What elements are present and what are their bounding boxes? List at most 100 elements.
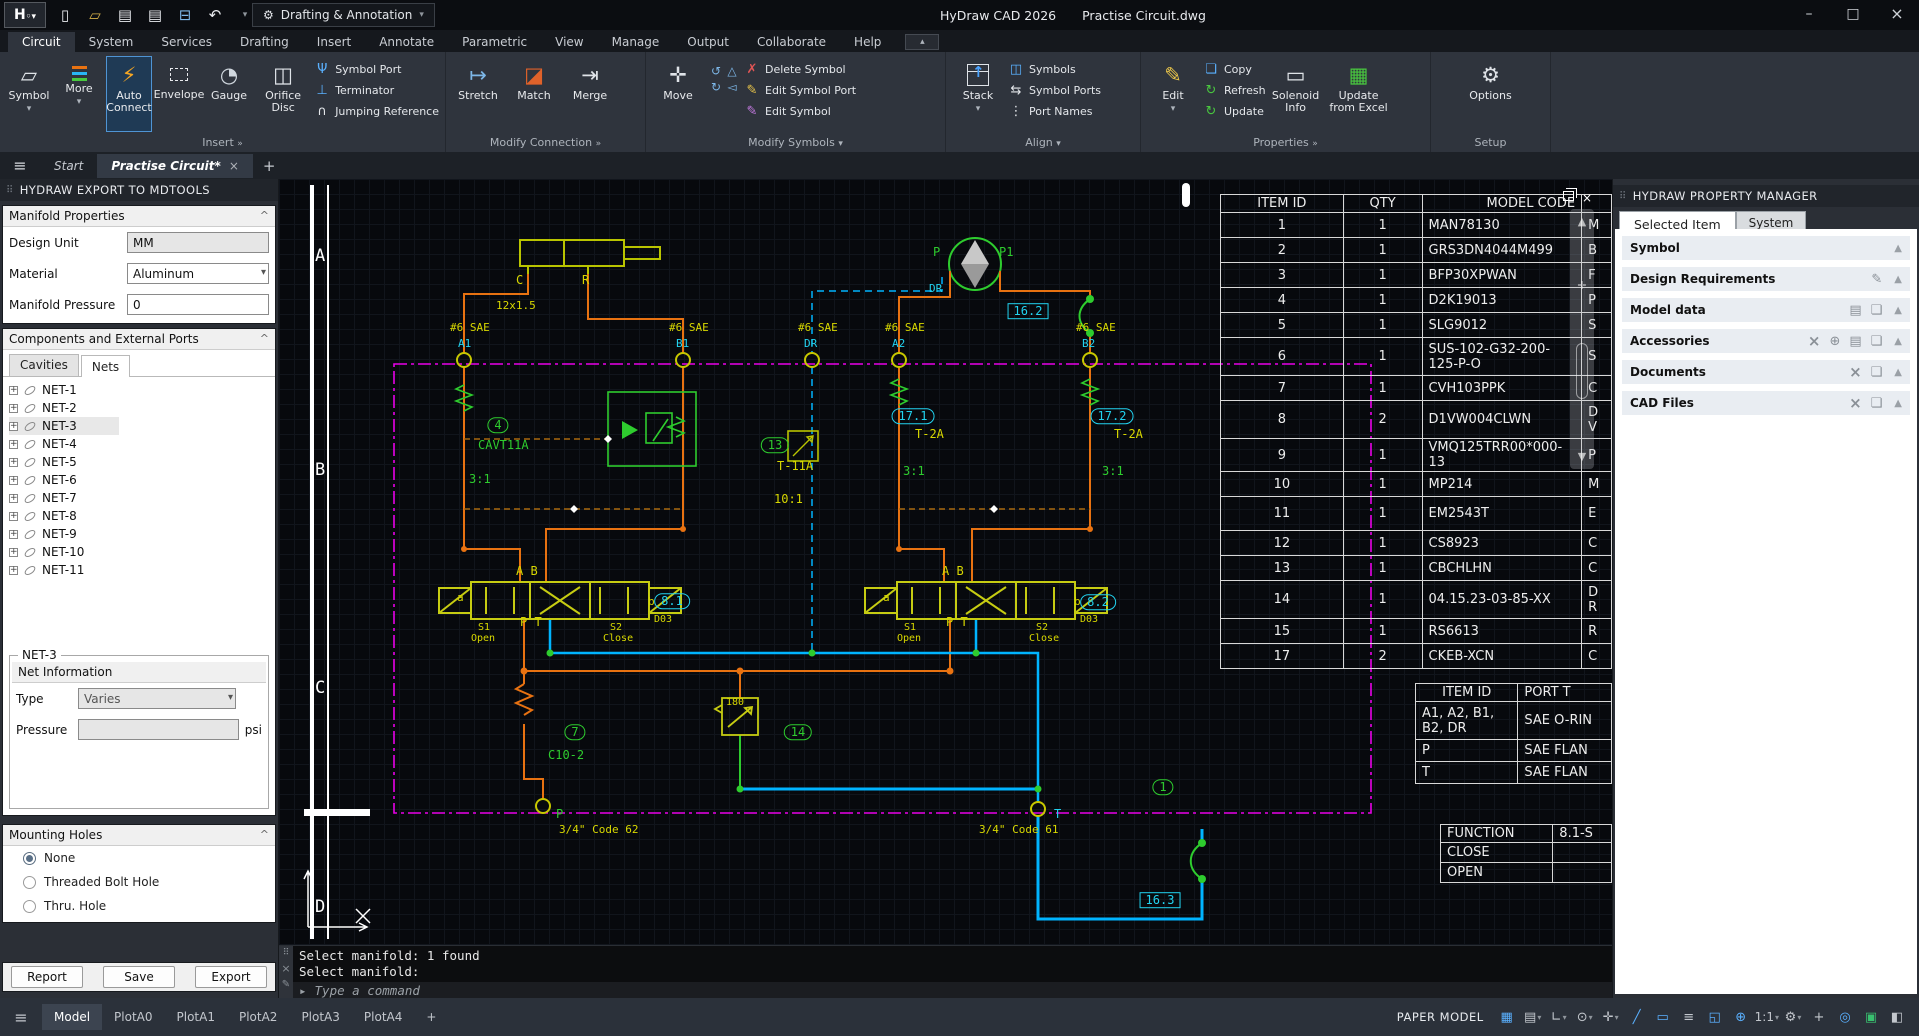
maximize-button[interactable]: □ — [1831, 0, 1875, 30]
table-scrollbar[interactable]: ▲ ✛ ▼ — [1570, 209, 1594, 469]
more-button[interactable]: More▾ — [56, 56, 102, 132]
save-button[interactable]: Save — [103, 966, 175, 988]
target-icon[interactable]: ⊕ — [1829, 334, 1840, 349]
annotation-monitor-icon[interactable]: + — [1807, 1005, 1831, 1029]
expand-icon[interactable]: + — [9, 530, 18, 539]
ribbon-tab-manage[interactable]: Manage — [598, 32, 674, 52]
symbol-port-button[interactable]: ΨSymbol Port — [314, 62, 439, 77]
minimize-button[interactable]: – — [1787, 0, 1831, 30]
layout-tab-plota3[interactable]: PlotA3 — [289, 1004, 351, 1030]
net-item-net-2[interactable]: +NET-2 — [9, 399, 275, 417]
layout-tab-plota0[interactable]: PlotA0 — [102, 1004, 164, 1030]
section-model-data[interactable]: Model data▤❏▲ — [1622, 298, 1910, 322]
ribbon-tab-services[interactable]: Services — [147, 32, 226, 52]
panel-caption-modify-symbols[interactable]: Modify Symbols ▾ — [646, 135, 945, 152]
transparency-icon[interactable]: ◱ — [1703, 1005, 1727, 1029]
update-button[interactable]: ↻Update — [1203, 104, 1266, 119]
pan-icon[interactable]: ✛ — [1577, 279, 1586, 292]
ribbon-tab-output[interactable]: Output — [673, 32, 743, 52]
polar-tracking-icon[interactable]: ⊙▾ — [1573, 1005, 1597, 1029]
layout-tab-model[interactable]: Model — [42, 1004, 102, 1030]
expand-icon[interactable]: + — [9, 440, 18, 449]
collapse-icon[interactable]: ▲ — [1894, 367, 1902, 378]
net-item-net-11[interactable]: +NET-11 — [9, 561, 275, 579]
panel-grip-icon[interactable]: ⠿ — [1619, 191, 1627, 202]
radio-none[interactable]: None — [3, 846, 275, 870]
lineweight-icon[interactable]: ≡ — [1677, 1005, 1701, 1029]
design-unit-field[interactable]: MM — [127, 232, 269, 253]
net-item-net-5[interactable]: +NET-5 — [9, 453, 275, 471]
expand-icon[interactable]: + — [9, 512, 18, 521]
panel-caption-properties[interactable]: Properties » — [1141, 135, 1430, 152]
mounting-holes-header[interactable]: Mounting Holes^ — [3, 825, 275, 846]
rotate-mirror-cluster[interactable]: ↺△ ↻◅ — [708, 56, 740, 96]
drawing-canvas[interactable]: 12x1.5CR#6 SAEA1#6 SAEB1#6 SAEDR#6 SAEA2… — [279, 179, 1612, 945]
report-button[interactable]: Report — [11, 966, 83, 988]
undo-icon[interactable]: ↶ — [206, 6, 224, 24]
save-icon[interactable]: ▤ — [116, 6, 134, 24]
snap-mode-icon[interactable]: ▤▾ — [1521, 1005, 1545, 1029]
expand-icon[interactable]: + — [9, 566, 18, 575]
isolate-objects-icon[interactable]: ◎ — [1833, 1005, 1857, 1029]
delete-icon[interactable]: × — [1808, 332, 1821, 350]
radio-thru-hole[interactable]: Thru. Hole — [3, 894, 275, 918]
jumping-reference-button[interactable]: ∩Jumping Reference — [314, 104, 439, 119]
net-item-net-10[interactable]: +NET-10 — [9, 543, 275, 561]
ribbon-tab-view[interactable]: View — [541, 32, 597, 52]
save-icon[interactable]: ▤ — [1849, 334, 1861, 349]
layout-menu-icon[interactable]: ≡ — [0, 1008, 42, 1027]
orifice-disc-button[interactable]: ◫Orifice Disc — [256, 56, 310, 132]
plot-icon[interactable]: ⊟ — [176, 6, 194, 24]
edit-symbol-port-button[interactable]: ✎Edit Symbol Port — [744, 83, 856, 98]
match-button[interactable]: ◪Match — [508, 56, 560, 132]
net-item-net-7[interactable]: +NET-7 — [9, 489, 275, 507]
gauge-button[interactable]: ◔Gauge — [206, 56, 252, 132]
ribbon-tab-help[interactable]: Help — [840, 32, 895, 52]
solenoid-info-button[interactable]: ▭Solenoid Info — [1270, 56, 1322, 132]
copy-button[interactable]: ❏Copy — [1203, 62, 1266, 77]
options-button[interactable]: ⚙Options — [1465, 56, 1517, 132]
save-as-icon[interactable]: ▤ — [146, 6, 164, 24]
expand-icon[interactable]: + — [9, 404, 18, 413]
rotate-right-icon[interactable]: ↻ — [708, 80, 724, 96]
document-tab-start[interactable]: Start — [40, 154, 97, 178]
section-cad-files[interactable]: CAD Files×❏▲ — [1622, 391, 1910, 415]
update-from-excel-button[interactable]: ▦Update from Excel — [1326, 56, 1392, 132]
new-drawing-tab-button[interactable]: + — [263, 157, 276, 175]
net-item-net-8[interactable]: +NET-8 — [9, 507, 275, 525]
scroll-down-icon[interactable]: ▼ — [1578, 450, 1586, 463]
scroll-up-icon[interactable]: ▲ — [1578, 215, 1586, 228]
apply-icon[interactable]: ❏ — [1871, 334, 1883, 349]
manifold-pressure-field[interactable]: 0 — [127, 294, 269, 315]
mirror-icon[interactable]: △ — [724, 64, 740, 80]
ribbon-tab-parametric[interactable]: Parametric — [448, 32, 541, 52]
net-item-net-1[interactable]: +NET-1 — [9, 381, 275, 399]
section-symbol[interactable]: Symbol▲ — [1622, 236, 1910, 260]
envelope-button[interactable]: Envelope — [156, 56, 202, 132]
net-item-net-4[interactable]: +NET-4 — [9, 435, 275, 453]
command-input[interactable]: ▸ Type a command — [293, 982, 1612, 998]
ribbon-tab-collaborate[interactable]: Collaborate — [743, 32, 840, 52]
rotate-left-icon[interactable]: ↺ — [708, 64, 724, 80]
tab-cavities[interactable]: Cavities — [9, 354, 79, 376]
ribbon-tab-system[interactable]: System — [75, 32, 148, 52]
collapse-icon[interactable]: ▲ — [1894, 274, 1902, 285]
ortho-icon[interactable]: ∟▾ — [1547, 1005, 1571, 1029]
workspace-switcher[interactable]: ⚙ Drafting & Annotation ▾ — [252, 3, 435, 27]
open-file-icon[interactable]: ▱ — [86, 6, 104, 24]
paper-model-toggle[interactable]: PAPER MODEL — [1397, 1010, 1484, 1024]
expand-icon[interactable]: + — [9, 548, 18, 557]
ribbon-tab-insert[interactable]: Insert — [303, 32, 365, 52]
expand-icon[interactable]: + — [9, 386, 18, 395]
flip-icon[interactable]: ◅ — [724, 80, 740, 96]
move-button[interactable]: ✛Move — [652, 56, 704, 132]
close-tab-icon[interactable]: × — [229, 159, 239, 173]
panel-caption-modify-connection[interactable]: Modify Connection » — [446, 135, 645, 152]
clean-screen-icon[interactable]: ◧ — [1885, 1005, 1909, 1029]
apply-icon[interactable]: ❏ — [1871, 303, 1883, 318]
align-symbols-button[interactable]: ◫Symbols — [1008, 62, 1101, 77]
merge-button[interactable]: ⇥Merge — [564, 56, 616, 132]
section-documents[interactable]: Documents×❏▲ — [1622, 360, 1910, 384]
align-symbol-ports-button[interactable]: ⇆Symbol Ports — [1008, 83, 1101, 98]
layout-tab-plota1[interactable]: PlotA1 — [165, 1004, 227, 1030]
